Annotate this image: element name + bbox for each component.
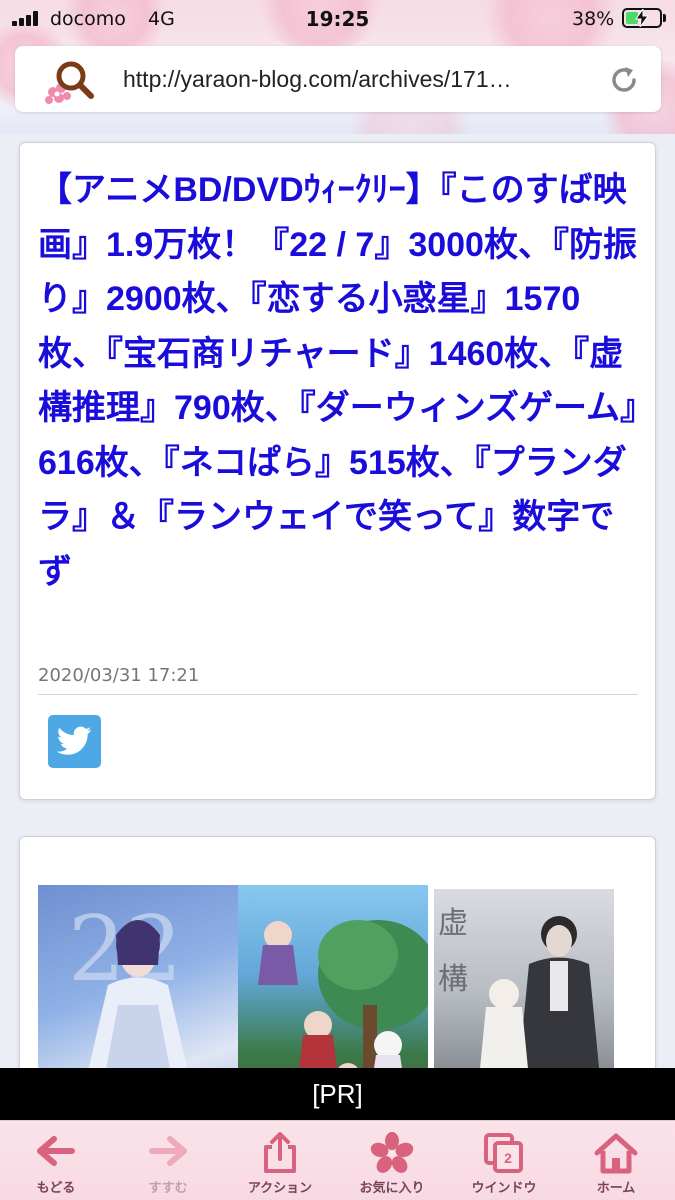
svg-text:構: 構 — [438, 962, 468, 997]
battery-tip — [663, 14, 666, 22]
status-bar: docomo 4G 19:25 38% — [0, 0, 675, 38]
twitter-bird-icon — [57, 726, 92, 755]
divider — [38, 694, 638, 695]
svg-text:虚: 虚 — [438, 906, 468, 941]
battery-icon — [622, 8, 662, 28]
forward-arrow-icon — [149, 1136, 187, 1166]
action-label: アクション — [247, 1181, 313, 1196]
home-icon — [594, 1133, 638, 1174]
favorites-button[interactable]: お気に入り — [336, 1121, 448, 1200]
battery-percentage: 38% — [572, 8, 615, 30]
article-card: 【アニメBD/DVDｳｨｰｸﾘｰ】『このすば映画』1.9万枚！『22 / 7』3… — [19, 142, 656, 800]
twitter-share-button[interactable] — [48, 715, 101, 768]
action-button[interactable]: アクション — [224, 1121, 336, 1200]
bottom-toolbar: もどる すすむ アクション お気に入り 2 ウインドウ ホーム — [0, 1120, 675, 1200]
share-icon — [264, 1132, 296, 1173]
home-button[interactable]: ホーム — [560, 1121, 672, 1200]
windows-icon: 2 — [484, 1133, 523, 1173]
search-icon[interactable] — [45, 58, 105, 106]
sakura-icon — [370, 1132, 414, 1173]
back-button[interactable]: もどる — [0, 1121, 112, 1200]
address-bar[interactable]: http://yaraon-blog.com/archives/171… — [15, 46, 661, 112]
article-date: 2020/03/31 17:21 — [38, 665, 200, 686]
window-count: 2 — [504, 1150, 512, 1166]
charging-bolt-icon — [635, 9, 649, 27]
home-label: ホーム — [596, 1181, 636, 1196]
forward-label: すすむ — [148, 1181, 188, 1196]
windows-button[interactable]: 2 ウインドウ — [448, 1121, 560, 1200]
article-title-link[interactable]: 【アニメBD/DVDｳｨｰｸﾘｰ】『このすば映画』1.9万枚！『22 / 7』3… — [38, 163, 638, 599]
reload-icon[interactable] — [607, 63, 641, 97]
back-arrow-icon — [37, 1136, 75, 1166]
browser-chrome: docomo 4G 19:25 38% http://yaraon-blog.c… — [0, 0, 675, 134]
url-text[interactable]: http://yaraon-blog.com/archives/171… — [123, 66, 613, 93]
back-label: もどる — [36, 1181, 76, 1196]
pr-banner[interactable]: [PR] — [0, 1068, 675, 1120]
forward-button[interactable]: すすむ — [112, 1121, 224, 1200]
windows-label: ウインドウ — [471, 1181, 537, 1196]
favorites-label: お気に入り — [359, 1181, 425, 1196]
